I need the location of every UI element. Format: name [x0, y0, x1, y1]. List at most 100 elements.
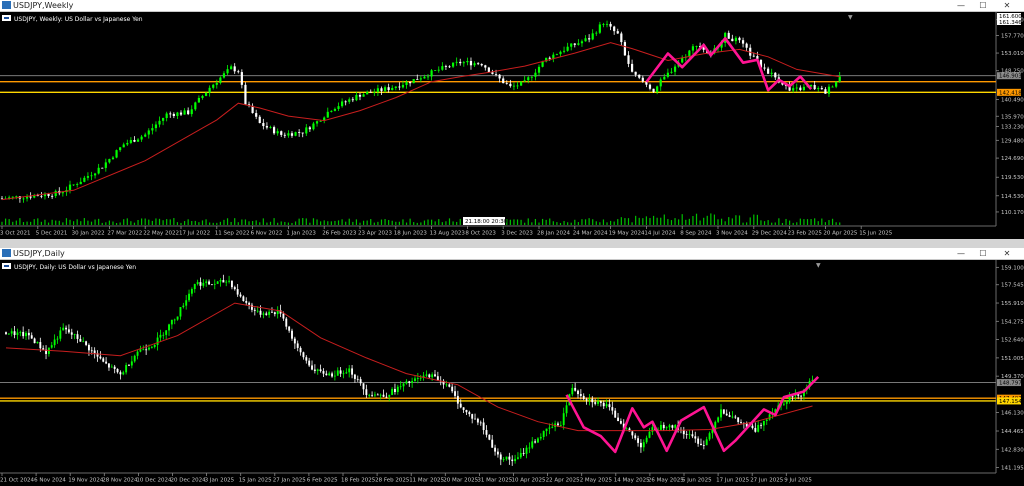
volume-bar: [635, 215, 637, 225]
volume-bar: [166, 219, 168, 225]
candle-body: [339, 370, 342, 374]
candle-body: [194, 102, 197, 110]
volume-bar: [377, 221, 379, 225]
volume-bar: [720, 218, 723, 225]
candle-body: [579, 394, 582, 396]
daily-close-button[interactable]: ✕: [998, 248, 1016, 259]
volume-bar: [570, 222, 572, 225]
candle-body: [700, 443, 702, 446]
weekly-close-button[interactable]: ✕: [998, 0, 1016, 11]
volume-bar: [194, 220, 196, 225]
daily-maximize-button[interactable]: ☐: [974, 248, 992, 259]
weekly-title-bar[interactable]: USDJPY,Weekly — ☐ ✕: [0, 0, 1024, 12]
x-tick-label: 22 May 2022: [143, 231, 179, 237]
volume-bar: [541, 218, 544, 225]
volume-bar: [241, 219, 243, 225]
candle-body: [190, 289, 193, 294]
candle-body: [408, 381, 411, 383]
candle-body: [210, 284, 213, 286]
candle-body: [308, 360, 311, 366]
volume-bar: [234, 218, 236, 225]
volume-bar: [266, 222, 268, 225]
volume-bar: [638, 217, 640, 225]
candle-body: [597, 401, 599, 404]
candle-body: [630, 63, 634, 72]
candle-body: [488, 434, 491, 440]
candle-body: [230, 66, 233, 70]
candle-body: [411, 381, 414, 383]
candle-body: [754, 428, 757, 432]
candle-body: [720, 409, 722, 418]
candle-body: [70, 332, 73, 335]
volume-bar: [817, 221, 819, 225]
candle-body: [319, 120, 322, 122]
svg-text:21.18:00 20:30: 21.18:00 20:30: [465, 219, 508, 225]
candle-body: [437, 69, 440, 71]
weekly-maximize-button[interactable]: ☐: [974, 0, 992, 11]
x-tick-label: 17 Jun 2025: [716, 478, 750, 484]
candle-body: [745, 43, 748, 48]
candle-body: [255, 113, 258, 117]
volume-bar: [209, 222, 211, 225]
candle-body: [67, 329, 70, 333]
candle-body: [508, 456, 511, 460]
daily-chart-canvas[interactable]: USDJPY, Daily: US Dollar vs Japanese Yen…: [0, 260, 1024, 486]
weekly-minimize-button[interactable]: —: [952, 0, 970, 11]
candle-body: [394, 388, 396, 392]
candle-body: [570, 43, 573, 47]
weekly-scroll-arrow-icon[interactable]: ▼: [848, 14, 853, 21]
candle-body: [358, 94, 362, 97]
candle-body: [90, 350, 93, 352]
candle-body: [531, 441, 534, 448]
candle-body: [326, 111, 329, 118]
volume-bar: [40, 221, 42, 225]
volume-bar: [667, 219, 669, 225]
candle-body: [537, 438, 539, 443]
candle-body: [159, 334, 162, 338]
candle-body: [126, 142, 129, 145]
candle-body: [580, 41, 584, 44]
volume-bar: [280, 221, 282, 225]
volume-bar: [151, 220, 153, 225]
candle-body: [213, 283, 216, 285]
candle-body: [634, 71, 637, 75]
volume-bar: [699, 220, 701, 225]
candle-body: [502, 459, 505, 461]
candle-body: [662, 424, 665, 429]
volume-bar: [581, 219, 583, 225]
window-separator: [0, 239, 1024, 248]
candle-body: [485, 430, 488, 435]
volume-bar: [90, 221, 93, 225]
candle-body: [30, 335, 33, 339]
x-tick-label: 23 Feb 2025: [788, 231, 823, 237]
volume-bar: [388, 220, 390, 225]
volume-bar: [828, 220, 830, 225]
candle-body: [170, 319, 173, 325]
daily-title-bar[interactable]: USDJPY,Daily — ☐ ✕: [0, 248, 1024, 260]
volume-bar: [8, 219, 10, 225]
y-tick-label: 129.480: [1001, 138, 1024, 144]
weekly-volume-time-label: 21.18:00 20:30: [463, 217, 508, 225]
volume-bar: [545, 219, 547, 225]
weekly-chart-canvas[interactable]: USDJPY, Weekly: US Dollar vs Japanese Ye…: [0, 12, 1024, 239]
candle-body: [133, 355, 136, 362]
candle-body: [694, 436, 697, 439]
volume-bar: [738, 215, 741, 225]
candle-body: [312, 123, 315, 130]
volume-bar: [55, 220, 57, 225]
volume-bar: [796, 222, 798, 225]
daily-scroll-arrow-icon[interactable]: ▼: [816, 262, 821, 269]
level-price-tag-label: 147.154: [999, 399, 1022, 405]
candle-body: [734, 37, 737, 42]
volume-bar: [624, 218, 626, 225]
volume-bar: [660, 217, 662, 225]
volume-bar: [649, 217, 651, 225]
volume-bar: [269, 221, 272, 225]
candle-body: [537, 66, 541, 73]
candle-body: [315, 121, 319, 124]
daily-minimize-button[interactable]: —: [952, 248, 970, 259]
candle-body: [817, 88, 820, 90]
volume-bar: [799, 218, 801, 225]
volume-bar: [717, 219, 719, 225]
candle-body: [502, 78, 505, 84]
